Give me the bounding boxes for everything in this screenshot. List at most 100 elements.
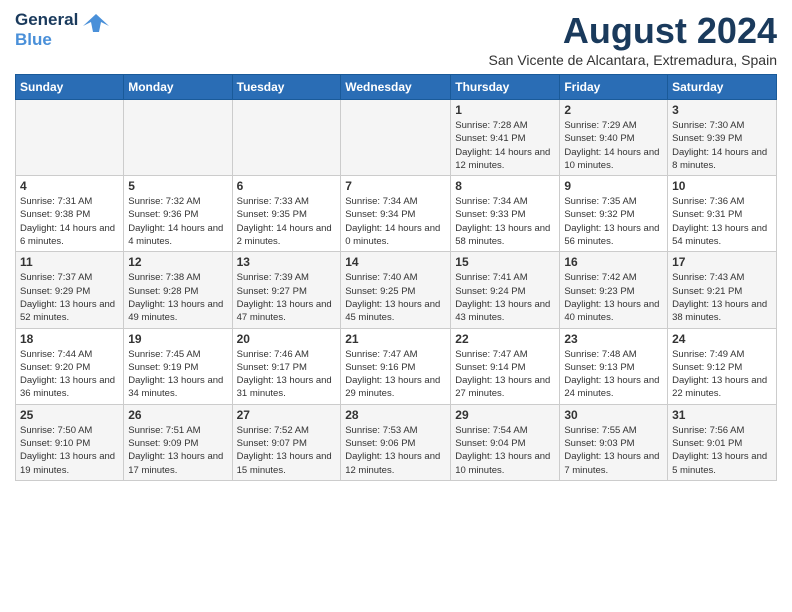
day-info: Sunrise: 7:55 AM Sunset: 9:03 PM Dayligh… <box>564 424 663 477</box>
day-info: Sunrise: 7:53 AM Sunset: 9:06 PM Dayligh… <box>345 424 446 477</box>
calendar-cell-3-2: 20 Sunrise: 7:46 AM Sunset: 9:17 PM Dayli… <box>232 328 341 404</box>
calendar-cell-3-1: 19 Sunrise: 7:45 AM Sunset: 9:19 PM Dayli… <box>124 328 232 404</box>
day-info: Sunrise: 7:43 AM Sunset: 9:21 PM Dayligh… <box>672 271 772 324</box>
day-info: Sunrise: 7:34 AM Sunset: 9:34 PM Dayligh… <box>345 195 446 248</box>
calendar-cell-0-2 <box>232 100 341 176</box>
logo-bird-icon <box>81 12 111 40</box>
calendar-cell-1-1: 5 Sunrise: 7:32 AM Sunset: 9:36 PM Daylig… <box>124 176 232 252</box>
week-row-1: 1Sunrise: 7:28 AM Sunset: 9:41 PM Daylig… <box>16 100 777 176</box>
calendar-cell-3-3: 21 Sunrise: 7:47 AM Sunset: 9:16 PM Dayli… <box>341 328 451 404</box>
day-number: 2 <box>564 103 663 117</box>
day-number: 19 <box>128 332 227 346</box>
calendar-cell-4-5: 30 Sunrise: 7:55 AM Sunset: 9:03 PM Dayli… <box>560 404 668 480</box>
day-info: Sunrise: 7:37 AM Sunset: 9:29 PM Dayligh… <box>20 271 119 324</box>
day-info: Sunrise: 7:35 AM Sunset: 9:32 PM Dayligh… <box>564 195 663 248</box>
subtitle: San Vicente de Alcantara, Extremadura, S… <box>489 52 777 68</box>
day-info: Sunrise: 7:44 AM Sunset: 9:20 PM Dayligh… <box>20 348 119 401</box>
day-number: 24 <box>672 332 772 346</box>
title-block: August 2024 San Vicente de Alcantara, Ex… <box>489 10 777 68</box>
col-wednesday: Wednesday <box>341 75 451 100</box>
calendar-cell-4-3: 28 Sunrise: 7:53 AM Sunset: 9:06 PM Dayli… <box>341 404 451 480</box>
day-info: Sunrise: 7:45 AM Sunset: 9:19 PM Dayligh… <box>128 348 227 401</box>
day-number: 20 <box>237 332 337 346</box>
logo-text: General Blue <box>15 10 78 51</box>
calendar-cell-1-3: 7 Sunrise: 7:34 AM Sunset: 9:34 PM Daylig… <box>341 176 451 252</box>
col-friday: Friday <box>560 75 668 100</box>
calendar-cell-4-6: 31 Sunrise: 7:56 AM Sunset: 9:01 PM Dayli… <box>668 404 777 480</box>
calendar-cell-2-2: 13 Sunrise: 7:39 AM Sunset: 9:27 PM Dayli… <box>232 252 341 328</box>
day-info: Sunrise: 7:41 AM Sunset: 9:24 PM Dayligh… <box>455 271 555 324</box>
day-number: 28 <box>345 408 446 422</box>
day-number: 8 <box>455 179 555 193</box>
day-number: 4 <box>20 179 119 193</box>
logo-text-block: General Blue <box>15 10 111 51</box>
col-monday: Monday <box>124 75 232 100</box>
day-number: 13 <box>237 255 337 269</box>
day-number: 29 <box>455 408 555 422</box>
day-info: Sunrise: 7:38 AM Sunset: 9:28 PM Dayligh… <box>128 271 227 324</box>
calendar-cell-3-6: 24 Sunrise: 7:49 AM Sunset: 9:12 PM Dayli… <box>668 328 777 404</box>
day-number: 1 <box>455 103 555 117</box>
day-info: Sunrise: 7:46 AM Sunset: 9:17 PM Dayligh… <box>237 348 337 401</box>
calendar-cell-1-4: 8 Sunrise: 7:34 AM Sunset: 9:33 PM Daylig… <box>451 176 560 252</box>
col-sunday: Sunday <box>16 75 124 100</box>
calendar-table: Sunday Monday Tuesday Wednesday Thursday… <box>15 74 777 481</box>
week-row-2: 4 Sunrise: 7:31 AM Sunset: 9:38 PM Daylig… <box>16 176 777 252</box>
calendar-cell-2-3: 14Sunrise: 7:40 AM Sunset: 9:25 PM Dayli… <box>341 252 451 328</box>
calendar-cell-1-5: 9Sunrise: 7:35 AM Sunset: 9:32 PM Daylig… <box>560 176 668 252</box>
day-number: 18 <box>20 332 119 346</box>
day-info: Sunrise: 7:48 AM Sunset: 9:13 PM Dayligh… <box>564 348 663 401</box>
calendar-cell-2-6: 17 Sunrise: 7:43 AM Sunset: 9:21 PM Dayli… <box>668 252 777 328</box>
calendar-cell-1-2: 6Sunrise: 7:33 AM Sunset: 9:35 PM Daylig… <box>232 176 341 252</box>
calendar-cell-0-0 <box>16 100 124 176</box>
calendar-header-row: Sunday Monday Tuesday Wednesday Thursday… <box>16 75 777 100</box>
day-number: 16 <box>564 255 663 269</box>
day-info: Sunrise: 7:42 AM Sunset: 9:23 PM Dayligh… <box>564 271 663 324</box>
day-number: 17 <box>672 255 772 269</box>
week-row-5: 25Sunrise: 7:50 AM Sunset: 9:10 PM Dayli… <box>16 404 777 480</box>
day-info: Sunrise: 7:52 AM Sunset: 9:07 PM Dayligh… <box>237 424 337 477</box>
day-number: 11 <box>20 255 119 269</box>
week-row-4: 18 Sunrise: 7:44 AM Sunset: 9:20 PM Dayli… <box>16 328 777 404</box>
day-number: 21 <box>345 332 446 346</box>
day-number: 31 <box>672 408 772 422</box>
col-thursday: Thursday <box>451 75 560 100</box>
calendar-cell-2-0: 11 Sunrise: 7:37 AM Sunset: 9:29 PM Dayli… <box>16 252 124 328</box>
day-info: Sunrise: 7:29 AM Sunset: 9:40 PM Dayligh… <box>564 119 663 172</box>
day-number: 3 <box>672 103 772 117</box>
calendar-cell-2-5: 16 Sunrise: 7:42 AM Sunset: 9:23 PM Dayli… <box>560 252 668 328</box>
day-number: 26 <box>128 408 227 422</box>
month-title: August 2024 <box>489 10 777 52</box>
calendar-cell-0-4: 1Sunrise: 7:28 AM Sunset: 9:41 PM Daylig… <box>451 100 560 176</box>
day-number: 22 <box>455 332 555 346</box>
day-info: Sunrise: 7:33 AM Sunset: 9:35 PM Dayligh… <box>237 195 337 248</box>
day-info: Sunrise: 7:34 AM Sunset: 9:33 PM Dayligh… <box>455 195 555 248</box>
day-number: 15 <box>455 255 555 269</box>
calendar-cell-4-0: 25Sunrise: 7:50 AM Sunset: 9:10 PM Dayli… <box>16 404 124 480</box>
day-info: Sunrise: 7:47 AM Sunset: 9:16 PM Dayligh… <box>345 348 446 401</box>
day-info: Sunrise: 7:56 AM Sunset: 9:01 PM Dayligh… <box>672 424 772 477</box>
day-info: Sunrise: 7:49 AM Sunset: 9:12 PM Dayligh… <box>672 348 772 401</box>
day-info: Sunrise: 7:54 AM Sunset: 9:04 PM Dayligh… <box>455 424 555 477</box>
calendar-cell-2-1: 12Sunrise: 7:38 AM Sunset: 9:28 PM Dayli… <box>124 252 232 328</box>
logo: General Blue <box>15 10 111 51</box>
week-row-3: 11 Sunrise: 7:37 AM Sunset: 9:29 PM Dayli… <box>16 252 777 328</box>
day-info: Sunrise: 7:51 AM Sunset: 9:09 PM Dayligh… <box>128 424 227 477</box>
day-info: Sunrise: 7:47 AM Sunset: 9:14 PM Dayligh… <box>455 348 555 401</box>
calendar-cell-4-2: 27 Sunrise: 7:52 AM Sunset: 9:07 PM Dayli… <box>232 404 341 480</box>
calendar-cell-4-1: 26 Sunrise: 7:51 AM Sunset: 9:09 PM Dayli… <box>124 404 232 480</box>
day-info: Sunrise: 7:31 AM Sunset: 9:38 PM Dayligh… <box>20 195 119 248</box>
day-number: 30 <box>564 408 663 422</box>
calendar-cell-3-0: 18 Sunrise: 7:44 AM Sunset: 9:20 PM Dayli… <box>16 328 124 404</box>
day-number: 5 <box>128 179 227 193</box>
day-number: 27 <box>237 408 337 422</box>
day-number: 14 <box>345 255 446 269</box>
calendar-cell-0-3 <box>341 100 451 176</box>
day-number: 23 <box>564 332 663 346</box>
calendar-cell-0-6: 3Sunrise: 7:30 AM Sunset: 9:39 PM Daylig… <box>668 100 777 176</box>
day-number: 7 <box>345 179 446 193</box>
day-info: Sunrise: 7:32 AM Sunset: 9:36 PM Dayligh… <box>128 195 227 248</box>
col-tuesday: Tuesday <box>232 75 341 100</box>
day-info: Sunrise: 7:36 AM Sunset: 9:31 PM Dayligh… <box>672 195 772 248</box>
day-info: Sunrise: 7:39 AM Sunset: 9:27 PM Dayligh… <box>237 271 337 324</box>
